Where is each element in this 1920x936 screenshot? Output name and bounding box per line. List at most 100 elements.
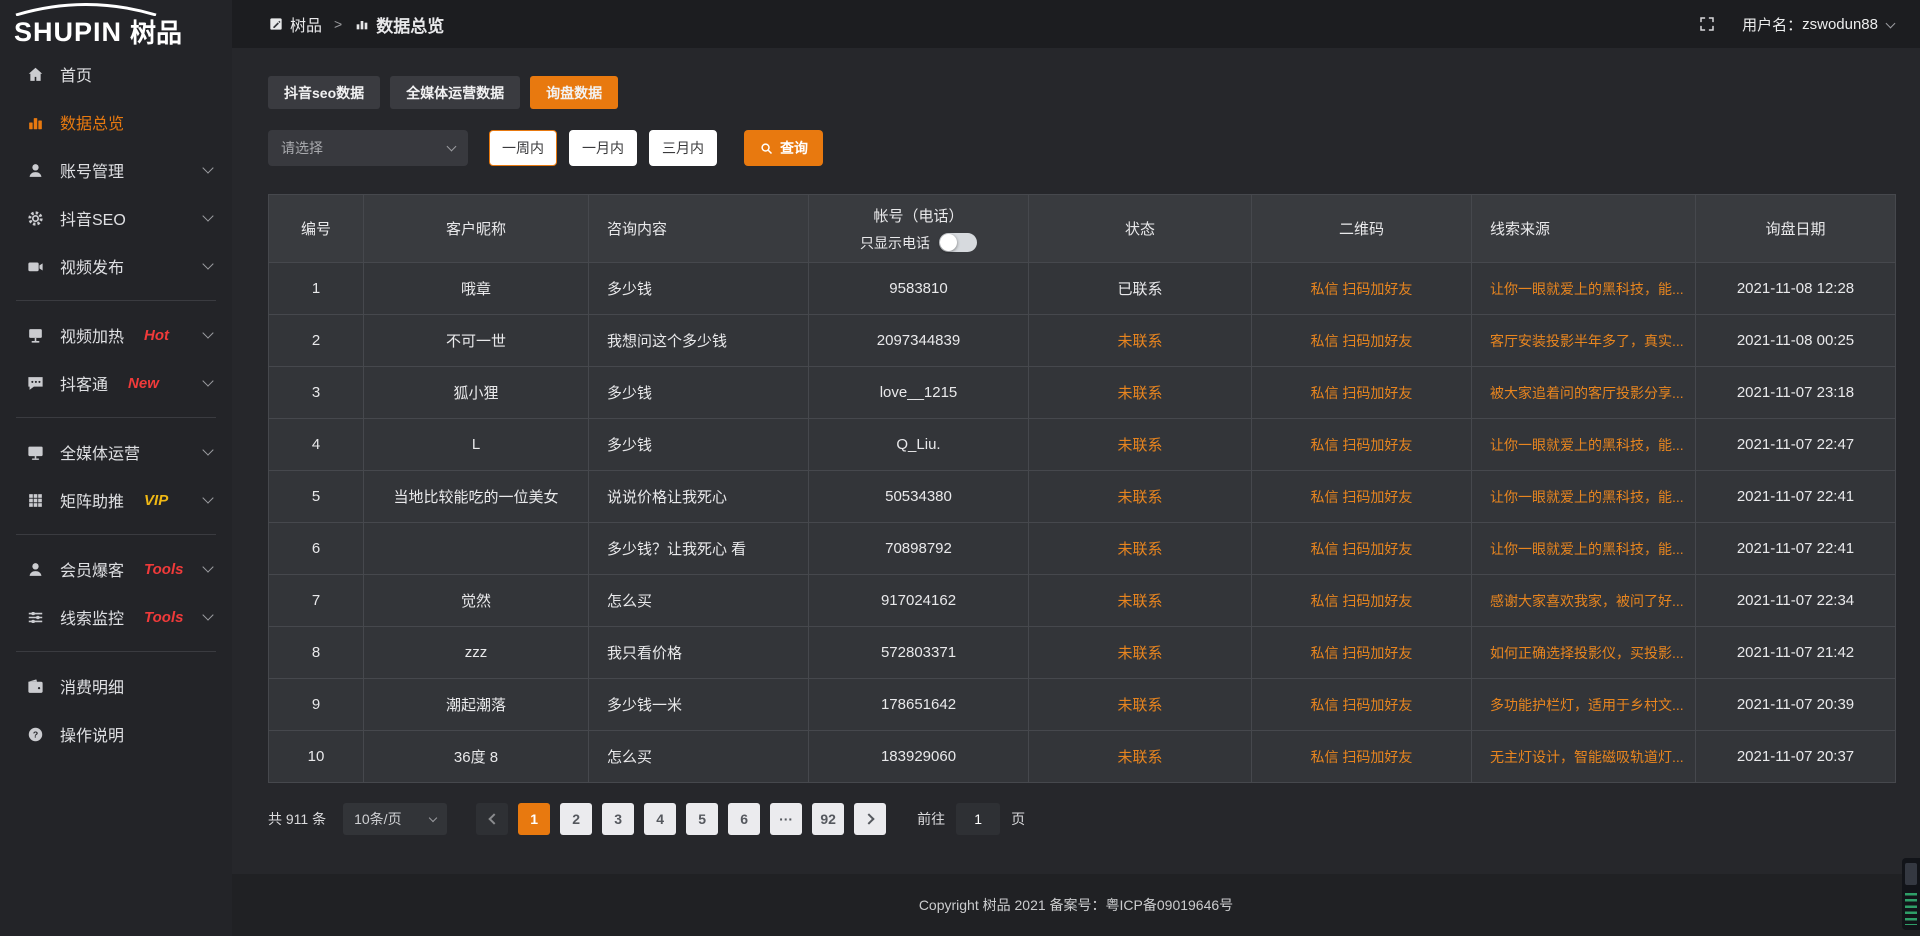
- cell-source-link[interactable]: 让你一眼就爱上的黑科技，能...: [1472, 263, 1696, 315]
- cell-source-link[interactable]: 让你一眼就爱上的黑科技，能...: [1472, 471, 1696, 523]
- data-table: 编号 客户昵称 咨询内容 帐号（电话） 只显示电话 状态 二维码 线索来源 询盘…: [268, 194, 1896, 783]
- sidebar-item-data-overview[interactable]: 数据总览: [0, 98, 232, 146]
- breadcrumb-root[interactable]: 树品: [290, 12, 322, 36]
- page-button[interactable]: 92: [812, 803, 844, 835]
- cell-source-link[interactable]: 如何正确选择投影仪，买投影...: [1472, 627, 1696, 679]
- cell-source-link[interactable]: 无主灯设计，智能磁吸轨道灯...: [1472, 731, 1696, 783]
- cell-account: 917024162: [809, 575, 1029, 627]
- cell-qrcode-link[interactable]: 私信 扫码加好友: [1252, 263, 1472, 315]
- table-row: 10 36度 8 怎么买 183929060 未联系 私信 扫码加好友 无主灯设…: [269, 731, 1896, 783]
- tab[interactable]: 抖音seo数据: [268, 76, 380, 109]
- cell-qrcode-link[interactable]: 私信 扫码加好友: [1252, 523, 1472, 575]
- chevron-down-icon: [202, 609, 213, 620]
- sidebar-item-lead-monitor[interactable]: 线索监控 Tools: [0, 593, 232, 641]
- cell-nickname: 36度 8: [364, 731, 589, 783]
- goto-page-input[interactable]: [956, 803, 1000, 835]
- cell-source-link[interactable]: 被大家追着问的客厅投影分享...: [1472, 367, 1696, 419]
- sidebar-item-consumption-detail[interactable]: 消费明细: [0, 662, 232, 710]
- tab[interactable]: 询盘数据: [530, 76, 618, 109]
- page-button[interactable]: 1: [518, 803, 550, 835]
- cell-id: 9: [269, 679, 364, 731]
- cell-source-link[interactable]: 多功能护栏灯，适用于乡村文...: [1472, 679, 1696, 731]
- page-button[interactable]: 2: [560, 803, 592, 835]
- cell-content: 多少钱: [589, 367, 809, 419]
- floating-widget[interactable]: [1902, 858, 1920, 930]
- table-row: 8 zzz 我只看价格 572803371 未联系 私信 扫码加好友 如何正确选…: [269, 627, 1896, 679]
- cell-date: 2021-11-07 20:37: [1696, 731, 1896, 783]
- page-button[interactable]: 3: [602, 803, 634, 835]
- cell-source-link[interactable]: 让你一眼就爱上的黑科技，能...: [1472, 419, 1696, 471]
- pagination-total: 共 911 条: [268, 809, 326, 829]
- cell-status: 未联系: [1029, 315, 1252, 367]
- sidebar-item-video-publish[interactable]: 视频发布: [0, 242, 232, 290]
- cell-source-link[interactable]: 让你一眼就爱上的黑科技，能...: [1472, 523, 1696, 575]
- table-row: 6 多少钱？让我死心 看 70898792 未联系 私信 扫码加好友 让你一眼就…: [269, 523, 1896, 575]
- cell-content: 怎么买: [589, 731, 809, 783]
- sidebar-item-home[interactable]: 首页: [0, 50, 232, 98]
- col-header-account: 帐号（电话） 只显示电话: [809, 195, 1029, 263]
- cell-qrcode-link[interactable]: 私信 扫码加好友: [1252, 575, 1472, 627]
- sidebar-item-label: 全媒体运营: [60, 440, 140, 464]
- period-button[interactable]: 三月内: [649, 130, 717, 166]
- fullscreen-icon[interactable]: [1698, 15, 1716, 33]
- sidebar-item-instructions[interactable]: ? 操作说明: [0, 710, 232, 758]
- cell-qrcode-link[interactable]: 私信 扫码加好友: [1252, 367, 1472, 419]
- sidebar-item-omni-media[interactable]: 全媒体运营: [0, 428, 232, 476]
- phone-only-toggle[interactable]: [939, 233, 977, 252]
- search-button-label: 查询: [780, 138, 808, 158]
- mini-chart-icon: [354, 16, 370, 32]
- period-button[interactable]: 一月内: [569, 130, 637, 166]
- prev-page-button[interactable]: [476, 803, 508, 835]
- sidebar-item-video-heat[interactable]: 视频加热 Hot: [0, 311, 232, 359]
- cell-date: 2021-11-07 22:41: [1696, 471, 1896, 523]
- sliders-icon: [26, 608, 45, 627]
- video-icon: [26, 257, 45, 276]
- sidebar-item-label: 视频发布: [60, 254, 124, 278]
- cell-status: 未联系: [1029, 367, 1252, 419]
- page-button[interactable]: 5: [686, 803, 718, 835]
- svg-text:?: ?: [33, 729, 38, 739]
- filter-select[interactable]: 请选择: [268, 130, 468, 166]
- app-root: SHUPIN 树品 首页 数据总览 账号管理 抖音SEO: [0, 0, 1920, 936]
- user-menu[interactable]: 用户名： zswodun88: [1742, 14, 1894, 35]
- cell-qrcode-link[interactable]: 私信 扫码加好友: [1252, 471, 1472, 523]
- tab[interactable]: 全媒体运营数据: [390, 76, 520, 109]
- page-button[interactable]: 6: [728, 803, 760, 835]
- cell-qrcode-link[interactable]: 私信 扫码加好友: [1252, 731, 1472, 783]
- sidebar-item-member-burst[interactable]: 会员爆客 Tools: [0, 545, 232, 593]
- cell-id: 3: [269, 367, 364, 419]
- cell-source-link[interactable]: 感谢大家喜欢我家，被问了好...: [1472, 575, 1696, 627]
- sidebar-item-douketong[interactable]: 抖客通 New: [0, 359, 232, 407]
- new-badge: New: [128, 375, 159, 392]
- chevron-down-icon: [202, 327, 213, 338]
- cell-nickname: 觉然: [364, 575, 589, 627]
- sidebar-item-account-mgmt[interactable]: 账号管理: [0, 146, 232, 194]
- col-header-account-title: 帐号（电话）: [873, 205, 963, 226]
- sidebar-item-douyin-seo[interactable]: 抖音SEO: [0, 194, 232, 242]
- search-button[interactable]: 查询: [744, 130, 823, 166]
- page-size-select[interactable]: 10条/页: [343, 803, 447, 835]
- sidebar-item-matrix-boost[interactable]: 矩阵助推 VIP: [0, 476, 232, 524]
- page-button[interactable]: 4: [644, 803, 676, 835]
- period-button[interactable]: 一周内: [489, 130, 557, 166]
- cell-qrcode-link[interactable]: 私信 扫码加好友: [1252, 627, 1472, 679]
- col-header-date: 询盘日期: [1696, 195, 1896, 263]
- username-label: 用户名：: [1742, 14, 1802, 35]
- cell-qrcode-link[interactable]: 私信 扫码加好友: [1252, 679, 1472, 731]
- cell-qrcode-link[interactable]: 私信 扫码加好友: [1252, 315, 1472, 367]
- cell-qrcode-link[interactable]: 私信 扫码加好友: [1252, 419, 1472, 471]
- page-button[interactable]: ···: [770, 803, 802, 835]
- cell-date: 2021-11-08 00:25: [1696, 315, 1896, 367]
- table-row: 4 L 多少钱 Q_Liu. 未联系 私信 扫码加好友 让你一眼就爱上的黑科技，…: [269, 419, 1896, 471]
- chevron-right-icon: [863, 813, 874, 824]
- sidebar-item-label: 视频加热: [60, 323, 124, 347]
- sidebar-item-label: 矩阵助推: [60, 488, 124, 512]
- sidebar-item-label: 抖客通: [60, 371, 108, 395]
- chevron-down-icon: [202, 561, 213, 572]
- phone-toggle-row: 只显示电话: [860, 233, 977, 253]
- table-row: 3 狐小狸 多少钱 love__1215 未联系 私信 扫码加好友 被大家追着问…: [269, 367, 1896, 419]
- cell-content: 怎么买: [589, 575, 809, 627]
- phone-toggle-label: 只显示电话: [860, 233, 930, 253]
- cell-source-link[interactable]: 客厅安装投影半年多了，真实...: [1472, 315, 1696, 367]
- next-page-button[interactable]: [854, 803, 886, 835]
